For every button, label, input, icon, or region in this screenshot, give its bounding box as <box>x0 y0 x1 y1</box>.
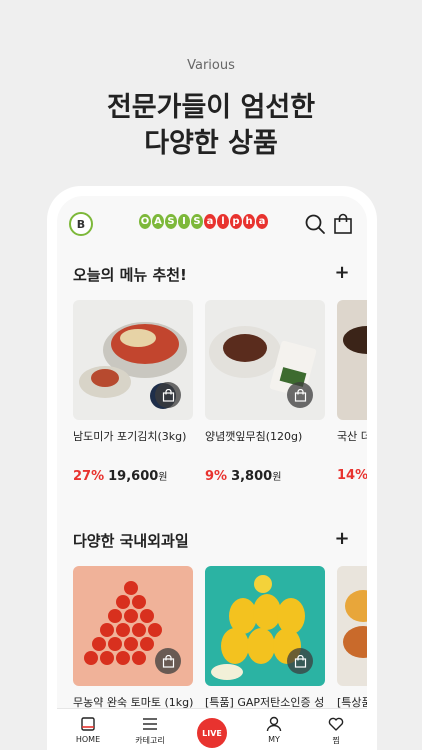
logo-letter: a <box>204 214 216 229</box>
live-icon: LIVE <box>197 718 227 748</box>
product-card[interactable]: [특상품 <box>337 566 367 710</box>
product-illustration <box>343 590 367 658</box>
tab-home[interactable]: HOME <box>57 709 119 750</box>
product-card[interactable]: 무농약 완숙 토마토 (1kg) <box>73 566 193 710</box>
more-button[interactable]: + <box>334 528 350 549</box>
logo-letter: a <box>256 214 268 229</box>
product-image-tomato[interactable] <box>73 566 193 686</box>
price-value: 19,600 <box>108 469 159 484</box>
logo-letter: A <box>152 214 164 229</box>
product-card[interactable]: 양념깻잎무침(120g) 9% 3,800원 <box>205 300 325 484</box>
app-header: B O A S I S a l p h a <box>57 196 367 250</box>
tab-live[interactable]: LIVE <box>181 709 243 750</box>
tab-my[interactable]: MY <box>243 709 305 750</box>
product-image-partial[interactable] <box>337 300 367 420</box>
product-name: 양념깻잎무침(120g) <box>205 430 303 443</box>
shopping-bag-icon[interactable] <box>332 213 354 235</box>
bottom-tab-bar: HOME 카테고리 LIVE MY 찜 <box>57 708 367 750</box>
product-image-melon[interactable] <box>205 566 325 686</box>
discount-rate: 14% <box>337 468 367 483</box>
person-icon <box>266 716 282 732</box>
product-price: 27% 19,600원 <box>73 468 193 484</box>
logo-letter: p <box>230 214 242 229</box>
product-image-kimchi[interactable] <box>73 300 193 420</box>
add-to-cart-button[interactable] <box>287 648 313 674</box>
promo-kicker: Various <box>187 58 235 73</box>
shopping-bag-icon <box>162 654 174 668</box>
promo-headline: 전문가들이 엄선한 다양한 상품 <box>0 90 422 162</box>
tab-label: MY <box>268 735 280 744</box>
shopping-bag-icon <box>294 654 306 668</box>
product-card[interactable]: 국산 더 14% <box>337 300 367 483</box>
more-button[interactable]: + <box>334 262 350 283</box>
menu-icon <box>143 718 157 730</box>
shopping-bag-icon <box>294 388 306 402</box>
tab-label: 찜 <box>332 736 340 745</box>
membership-badge[interactable]: B <box>69 212 93 236</box>
logo-letter: S <box>191 214 203 229</box>
section-title-menu: 오늘의 메뉴 추천! <box>73 266 187 284</box>
tab-label: HOME <box>75 735 101 744</box>
oasis-alpha-logo[interactable]: O A S I S a l p h a <box>139 214 268 229</box>
promo-headline-line1: 전문가들이 엄선한 <box>106 92 316 123</box>
heart-icon <box>328 717 344 731</box>
product-name: 국산 더 <box>337 430 367 443</box>
price-value: 3,800 <box>231 469 273 484</box>
product-price: 14% <box>337 468 367 483</box>
shopping-bag-icon <box>162 388 174 402</box>
phone-frame: B O A S I S a l p h a 오늘의 메뉴 추천! + 남도미가 … <box>47 186 377 750</box>
add-to-cart-button[interactable] <box>287 382 313 408</box>
tab-wishlist[interactable]: 찜 <box>305 709 367 750</box>
add-to-cart-button[interactable] <box>155 648 181 674</box>
product-carousel: 남도미가 포기김치(3kg) 27% 19,600원 양념깻잎무침(120g) … <box>73 300 367 500</box>
search-icon[interactable] <box>304 213 326 235</box>
add-to-cart-button[interactable] <box>155 382 181 408</box>
product-card[interactable]: 남도미가 포기김치(3kg) 27% 19,600원 <box>73 300 193 484</box>
logo-letter: l <box>217 214 229 229</box>
logo-letter: O <box>139 214 151 229</box>
tab-label: 카테고리 <box>135 736 165 745</box>
discount-rate: 9% <box>205 469 228 484</box>
logo-letter: I <box>178 214 190 229</box>
price-unit: 원 <box>272 472 282 483</box>
logo-letter: h <box>243 214 255 229</box>
product-image-partial[interactable] <box>337 566 367 686</box>
price-unit: 원 <box>158 472 168 483</box>
tab-category[interactable]: 카테고리 <box>119 709 181 750</box>
section-title-fruits: 다양한 국내외과일 <box>73 532 189 550</box>
promo-headline-line2: 다양한 상품 <box>144 128 278 159</box>
product-price: 9% 3,800원 <box>205 468 325 484</box>
app-screen: B O A S I S a l p h a 오늘의 메뉴 추천! + 남도미가 … <box>57 196 367 750</box>
product-illustration <box>343 326 367 354</box>
logo-letter: S <box>165 214 177 229</box>
product-name: 남도미가 포기김치(3kg) <box>73 430 187 443</box>
product-image-perilla[interactable] <box>205 300 325 420</box>
discount-rate: 27% <box>73 469 105 484</box>
home-icon <box>81 717 95 731</box>
product-card[interactable]: [특품] GAP저탄소인증 성 <box>205 566 325 710</box>
